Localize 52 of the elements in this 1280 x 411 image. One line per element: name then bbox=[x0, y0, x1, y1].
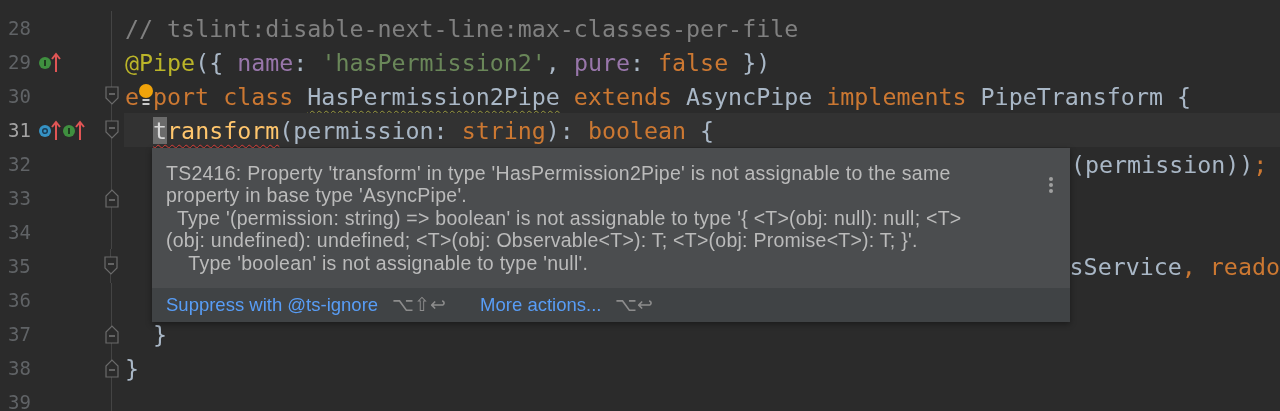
code-token: , reado bbox=[1181, 252, 1280, 280]
code-token: } bbox=[153, 320, 168, 348]
overriding-method-icon bbox=[38, 119, 62, 141]
code-token: boolean bbox=[587, 116, 687, 144]
shortcut-text: ⌥↩ bbox=[615, 294, 654, 316]
code-token: implements bbox=[826, 82, 968, 110]
line-number: 36 bbox=[7, 289, 31, 311]
action-link[interactable]: More actions... bbox=[480, 294, 602, 316]
code-token: name bbox=[237, 48, 294, 76]
code-token: t bbox=[153, 116, 168, 144]
line-number: 31 bbox=[7, 119, 31, 141]
line-number: 28 bbox=[7, 17, 31, 39]
code-token: , bbox=[545, 48, 561, 76]
more-options-icon bbox=[1048, 176, 1054, 194]
code-token: // tslint:disable-next-line:max-classes-per-file bbox=[125, 14, 799, 42]
code-token: (permission)) bbox=[1071, 150, 1254, 178]
code-token: pure bbox=[573, 48, 630, 76]
line-number: 38 bbox=[7, 357, 31, 379]
code-token: AsyncPipe bbox=[686, 82, 814, 110]
line-number: 32 bbox=[7, 153, 31, 175]
code-token: 'hasPermission2' bbox=[321, 48, 546, 76]
line-number: 34 bbox=[7, 221, 31, 243]
code-token: extends bbox=[572, 82, 673, 110]
code-token: ; bbox=[1253, 150, 1268, 178]
code-token: PipeTransform { bbox=[980, 82, 1191, 110]
line-number: 33 bbox=[7, 187, 31, 209]
code-token: string bbox=[461, 116, 546, 144]
shortcut-text: ⌥⇧↩ bbox=[392, 294, 447, 316]
code-token: false bbox=[658, 48, 729, 76]
line-number: 37 bbox=[7, 323, 31, 345]
code-token: { bbox=[699, 116, 715, 144]
code-token: sService bbox=[1069, 252, 1182, 280]
line-number: 29 bbox=[7, 51, 31, 73]
code-token: : bbox=[293, 48, 309, 76]
code-token: e bbox=[125, 82, 140, 110]
code-token: ransform bbox=[167, 116, 280, 144]
code-token: HasPermission2Pipe bbox=[307, 82, 560, 110]
code-token: ): bbox=[545, 116, 575, 144]
code-token: }) bbox=[741, 48, 771, 76]
code-token: ({ bbox=[195, 48, 225, 76]
line-number: 35 bbox=[6, 255, 31, 277]
line-number: 30 bbox=[7, 85, 31, 107]
action-link[interactable]: Suppress with @ts-ignore bbox=[166, 294, 379, 316]
code-token: : bbox=[630, 48, 645, 76]
implemented-method-icon bbox=[38, 51, 62, 73]
code-token: port class bbox=[153, 82, 295, 110]
implemented-method-icon bbox=[62, 119, 86, 141]
code-token: @Pipe bbox=[125, 48, 196, 76]
line-number: 39 bbox=[7, 391, 31, 411]
code-token: } bbox=[125, 354, 140, 382]
error-message: TS2416: Property 'transform' in type 'HasPermission2Pipe' is not assignable to the same property in base type 'AsyncPipe'. Type '(permission: string) => boolean' is not assignable to type '{ <T>(obj: null): null; <T> (obj: undefined): undefined; <T>(obj: Observable<T>): T; <T>(obj: Promise<T>): T; }'. Type 'boolean' is not assignable to type 'null'. bbox=[166, 162, 962, 275]
code-token: (permission: bbox=[279, 116, 449, 144]
